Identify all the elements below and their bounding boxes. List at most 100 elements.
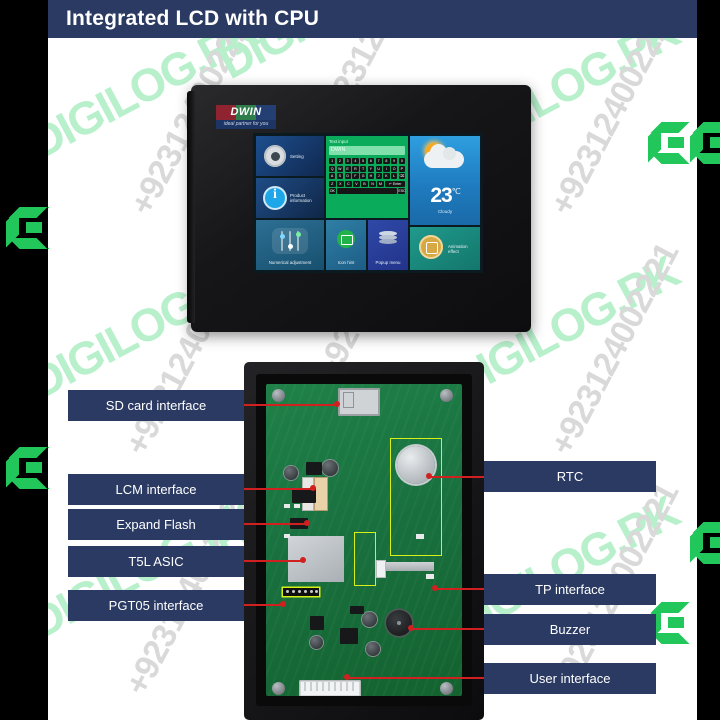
key[interactable]: W: [336, 165, 343, 172]
gear-icon: [264, 145, 286, 167]
lcd-tile-numerical-adjustment[interactable]: Numerical adjustment: [256, 220, 324, 270]
callout-tp-interface[interactable]: TP interface: [484, 574, 656, 605]
lcd-tile-label: Icon hint: [337, 260, 355, 265]
key[interactable]: I: [383, 165, 390, 172]
key[interactable]: 1: [329, 158, 336, 164]
screenshot-root: DIGILOG.PK +923124002221 DIGILOG.PK +923…: [0, 0, 720, 720]
lcd-column-middle: Text input DWIN 1 2 3 4 5 6 7 8 9 0 Q W …: [326, 136, 408, 270]
lcd-column-right: 23℃ Cloudy Animation effect: [410, 136, 480, 270]
key[interactable]: R: [352, 165, 359, 172]
key[interactable]: P: [398, 165, 405, 172]
callout-buzzer[interactable]: Buzzer: [484, 614, 656, 645]
key[interactable]: K: [383, 173, 390, 179]
callout-label: User interface: [529, 671, 611, 686]
tp-connector: [376, 560, 386, 578]
mounting-screw: [272, 389, 285, 402]
pcb-board: [266, 384, 462, 696]
key[interactable]: A: [329, 173, 336, 179]
key[interactable]: S: [336, 173, 343, 179]
key[interactable]: D: [344, 173, 351, 179]
enter-key[interactable]: ↵ Enter: [385, 180, 405, 187]
key[interactable]: 2: [336, 158, 343, 164]
key[interactable]: L: [391, 173, 398, 179]
ic-chip: [350, 606, 364, 614]
lcd-tile-setting[interactable]: Setting: [256, 136, 324, 176]
leader-line-buzzer: [412, 628, 484, 630]
callout-t5l-asic[interactable]: T5L ASIC: [68, 546, 244, 577]
lcd-tile-weather[interactable]: 23℃ Cloudy: [410, 136, 480, 225]
solder-pad: [284, 504, 290, 508]
backspace-key[interactable]: ⌫: [398, 173, 405, 179]
key[interactable]: H: [367, 173, 374, 179]
callout-label: TP interface: [535, 582, 605, 597]
lcd-tile-popup-menu[interactable]: Popup menu: [368, 220, 408, 270]
key[interactable]: B: [361, 180, 368, 187]
key[interactable]: N: [369, 180, 376, 187]
ic-chip: [340, 628, 358, 644]
callout-label: PGT05 interface: [108, 598, 204, 613]
key[interactable]: 3: [344, 158, 351, 164]
window-icon: [337, 230, 355, 248]
virtual-keyboard[interactable]: 1 2 3 4 5 6 7 8 9 0 Q W E R T Y U I O P …: [329, 158, 406, 194]
ic-chip: [310, 616, 324, 630]
callout-user-interface[interactable]: User interface: [484, 663, 656, 694]
watermark-phone: +923124002221: [542, 237, 687, 462]
solder-pad: [426, 574, 434, 579]
key[interactable]: G: [360, 173, 367, 179]
leader-line-pgt05: [242, 604, 284, 606]
key[interactable]: 7: [375, 158, 382, 164]
key[interactable]: Y: [367, 165, 374, 172]
lcd-tile-product-information[interactable]: Product information: [256, 178, 324, 218]
key[interactable]: X: [337, 180, 344, 187]
lcd-tile-icon-hint[interactable]: Icon hint: [326, 220, 366, 270]
key[interactable]: 8: [383, 158, 390, 164]
key[interactable]: T: [360, 165, 367, 172]
key[interactable]: V: [353, 180, 360, 187]
key[interactable]: 6: [367, 158, 374, 164]
key[interactable]: Z: [329, 180, 336, 187]
lcd-tile-label: Setting: [290, 154, 304, 159]
left-gutter: [0, 0, 48, 720]
leader-dot-user-interface: [344, 674, 350, 680]
callout-sd-card-interface[interactable]: SD card interface: [68, 390, 244, 421]
lcd-tile-label: Product information: [290, 193, 312, 204]
callout-pgt05-interface[interactable]: PGT05 interface: [68, 590, 244, 621]
temperature-unit: ℃: [451, 187, 461, 196]
text-input-field[interactable]: DWIN: [329, 146, 405, 155]
key[interactable]: 0: [398, 158, 405, 164]
key[interactable]: Q: [329, 165, 336, 172]
key[interactable]: E: [344, 165, 351, 172]
key[interactable]: 5: [360, 158, 367, 164]
tp-flex-cable: [386, 562, 434, 571]
lcd-screen[interactable]: Setting Product information Numerical ad…: [253, 133, 483, 273]
lcd-device-back-view: [244, 362, 484, 720]
lcd-tile-animation-effect[interactable]: Animation effect: [410, 226, 480, 270]
sliders-icon: [272, 228, 308, 254]
weather-condition: Cloudy: [437, 209, 453, 214]
watermark-logo-icon: [648, 120, 694, 166]
capacitor: [284, 466, 298, 480]
callout-expand-flash[interactable]: Expand Flash: [68, 509, 244, 540]
key[interactable]: M: [377, 180, 384, 187]
callout-rtc[interactable]: RTC: [484, 461, 656, 492]
key[interactable]: F: [352, 173, 359, 179]
esc-key[interactable]: ESC: [398, 188, 406, 194]
ok-key[interactable]: OK: [329, 188, 336, 194]
lcd-tile-text-input[interactable]: Text input DWIN 1 2 3 4 5 6 7 8 9 0 Q W …: [326, 136, 408, 218]
key[interactable]: O: [391, 165, 398, 172]
t5l-asic-chip: [288, 536, 344, 582]
lcd-row-bottom-middle: Icon hint Popup menu: [326, 220, 408, 270]
device-side-edge: [187, 91, 195, 323]
key[interactable]: 9: [391, 158, 398, 164]
capacitor: [366, 642, 380, 656]
key[interactable]: U: [375, 165, 382, 172]
callout-lcm-interface[interactable]: LCM interface: [68, 474, 244, 505]
callout-label: SD card interface: [105, 398, 207, 413]
keyboard-row: OK ESC: [329, 188, 406, 194]
key[interactable]: 4: [352, 158, 359, 164]
key[interactable]: J: [375, 173, 382, 179]
watermark-logo-icon: [690, 520, 720, 566]
animation-icon: [419, 234, 443, 259]
space-key[interactable]: [337, 188, 397, 194]
key[interactable]: C: [345, 180, 352, 187]
